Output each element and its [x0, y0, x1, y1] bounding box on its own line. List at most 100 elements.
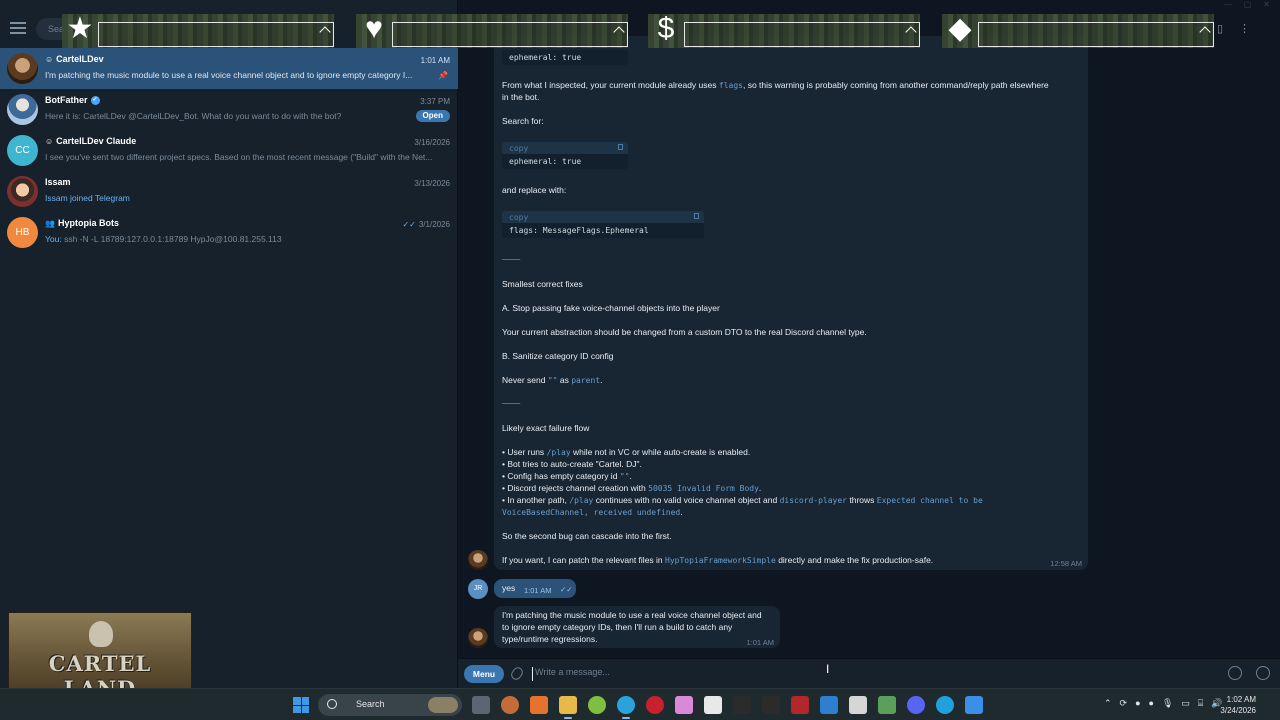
notepad-icon[interactable] [704, 696, 722, 714]
overlay-field[interactable] [978, 22, 1214, 47]
hamburger-menu-icon[interactable] [10, 22, 26, 34]
task-view-icon[interactable] [472, 696, 490, 714]
code-text: ephemeral: true [509, 157, 582, 166]
code-block: copy ephemeral: true [502, 142, 628, 169]
message-bubble-incoming: ephemeral: true From what I inspected, y… [494, 36, 1088, 570]
active-indicator [564, 717, 572, 719]
network-icon[interactable]: ⌸ [1198, 698, 1203, 709]
app-icon[interactable] [733, 696, 751, 714]
chat-item-cartelldev-claude[interactable]: CC ☺ CartelLDev Claude 3/16/2026 I see yo… [0, 130, 458, 171]
tray-app-icon[interactable]: ● [1135, 698, 1140, 709]
code-block: ephemeral: true [502, 50, 628, 65]
message-text: If you want, I can patch the relevant fi… [502, 555, 934, 565]
verified-icon: ✓ [90, 95, 100, 105]
message-text: Never send "" as parent. [502, 375, 603, 385]
chat-item-hyptopia-bots[interactable]: HB 👥 Hyptopia Bots ✓✓ 3/1/2026 You: ssh -N… [0, 212, 458, 253]
monitor-icon[interactable]: ▭ [1181, 698, 1190, 709]
start-button[interactable] [293, 697, 309, 713]
chat-item-issam[interactable]: Issam 3/13/2026 Issam joined Telegram [0, 171, 458, 212]
chat-time: 1:01 AM [420, 56, 450, 65]
more-icon[interactable]: ⋮ [1239, 22, 1250, 35]
message-text: to ignore empty category IDs, then I'll … [502, 622, 733, 632]
clock-date: 3/24/2026 [1220, 706, 1256, 715]
emoji-icon[interactable] [1228, 666, 1242, 680]
skull-icon [89, 621, 113, 647]
taskbar-search[interactable]: Search [318, 694, 462, 716]
chat-item-cartelldev[interactable]: ☺ CartelLDev 1:01 AM I'm patching the mus… [0, 48, 458, 89]
chat-preview: I see you've sent two different project … [45, 152, 433, 162]
message-time: 12:58 AM [1050, 559, 1082, 568]
refresh-icon[interactable]: ⟳ [1120, 698, 1128, 709]
menu-button[interactable]: Menu [464, 665, 504, 683]
sender-avatar[interactable] [468, 628, 488, 648]
active-indicator [622, 717, 630, 719]
app-icon[interactable] [878, 696, 896, 714]
app-icon[interactable] [762, 696, 780, 714]
app-icon[interactable] [791, 696, 809, 714]
tray-app-icon[interactable]: ● [1149, 698, 1154, 709]
divider: _____ [502, 251, 520, 260]
file-explorer-icon[interactable] [559, 696, 577, 714]
avatar: CC [7, 135, 38, 166]
message-text: So the second bug can cascade into the f… [502, 531, 672, 541]
discord-icon[interactable] [907, 696, 925, 714]
copy-icon [618, 144, 623, 150]
taskbar-clock[interactable]: 1:02 AM 3/24/2026 [1220, 694, 1256, 716]
overlay-field[interactable] [392, 22, 628, 47]
overlay-bar-heart: ♥ [356, 10, 628, 50]
chat-list: ☺ CartelLDev 1:01 AM I'm patching the mus… [0, 48, 458, 253]
sender-avatar[interactable] [468, 550, 488, 570]
microphone-icon[interactable]: 🎙 [1162, 698, 1173, 709]
minimize-icon[interactable]: — [1224, 0, 1232, 9]
read-check-icon: ✓✓ [560, 585, 573, 594]
chevron-up-icon[interactable] [905, 26, 917, 38]
app-icon[interactable] [675, 696, 693, 714]
divider: _____ [502, 395, 520, 404]
message-text: Search for: [502, 116, 544, 126]
message-composer: Menu Write a message... I [458, 658, 1280, 688]
text-cursor-icon: I [826, 662, 830, 676]
avatar [7, 94, 38, 125]
open-button[interactable]: Open [415, 110, 450, 122]
message-text: and replace with: [502, 185, 567, 195]
bot-icon: ☺ [45, 136, 54, 146]
message-text: Your current abstraction should be chang… [502, 327, 867, 337]
edge-icon[interactable] [936, 696, 954, 714]
overlay-bar-diamond: ◆ [942, 10, 1214, 50]
app-icon[interactable] [849, 696, 867, 714]
chevron-up-icon[interactable] [319, 26, 331, 38]
app-icon[interactable] [588, 696, 606, 714]
app-icon[interactable] [965, 696, 983, 714]
message-text: • Discord rejects channel creation with … [502, 483, 762, 493]
copy-button[interactable]: copy [502, 211, 704, 223]
chat-time: 3:37 PM [420, 97, 450, 106]
user-avatar[interactable]: JR [468, 579, 488, 599]
maximize-icon[interactable]: ▢ [1244, 0, 1252, 9]
opera-icon[interactable] [646, 696, 664, 714]
chevron-up-icon[interactable]: ⌃ [1104, 698, 1112, 709]
message-input[interactable]: Write a message... [532, 667, 1132, 681]
app-icon[interactable] [530, 696, 548, 714]
message-text: Smallest correct fixes [502, 279, 583, 289]
chat-item-botfather[interactable]: BotFather ✓ 3:37 PM Here it is: CartelLDe… [0, 89, 458, 130]
sidebar-toggle-icon[interactable]: ▯ [1217, 22, 1223, 35]
copy-button[interactable]: copy [502, 142, 628, 154]
vscode-icon[interactable] [820, 696, 838, 714]
message-text: • Bot tries to auto-create "Cartel. DJ". [502, 459, 642, 469]
chat-name: Issam [45, 177, 71, 187]
chat-panel: — ▢ ✕ ⌕ ▯ ⋮ ephemeral: true From what I … [458, 0, 1280, 688]
pin-icon: 📌 [438, 71, 448, 80]
message-text: type/runtime regressions. [502, 634, 598, 644]
diamond-icon: ◆ [948, 12, 972, 45]
app-icon[interactable] [501, 696, 519, 714]
attach-icon[interactable] [509, 665, 525, 682]
overlay-field[interactable] [684, 22, 920, 47]
overlay-field[interactable] [98, 22, 334, 47]
message-text: A. Stop passing fake voice-channel objec… [502, 303, 720, 313]
window-controls: — ▢ ✕ [1224, 0, 1270, 9]
chevron-up-icon[interactable] [1199, 26, 1211, 38]
settings-icon[interactable] [1256, 666, 1270, 680]
chevron-up-icon[interactable] [613, 26, 625, 38]
telegram-icon[interactable] [617, 696, 635, 714]
close-icon[interactable]: ✕ [1263, 0, 1270, 9]
